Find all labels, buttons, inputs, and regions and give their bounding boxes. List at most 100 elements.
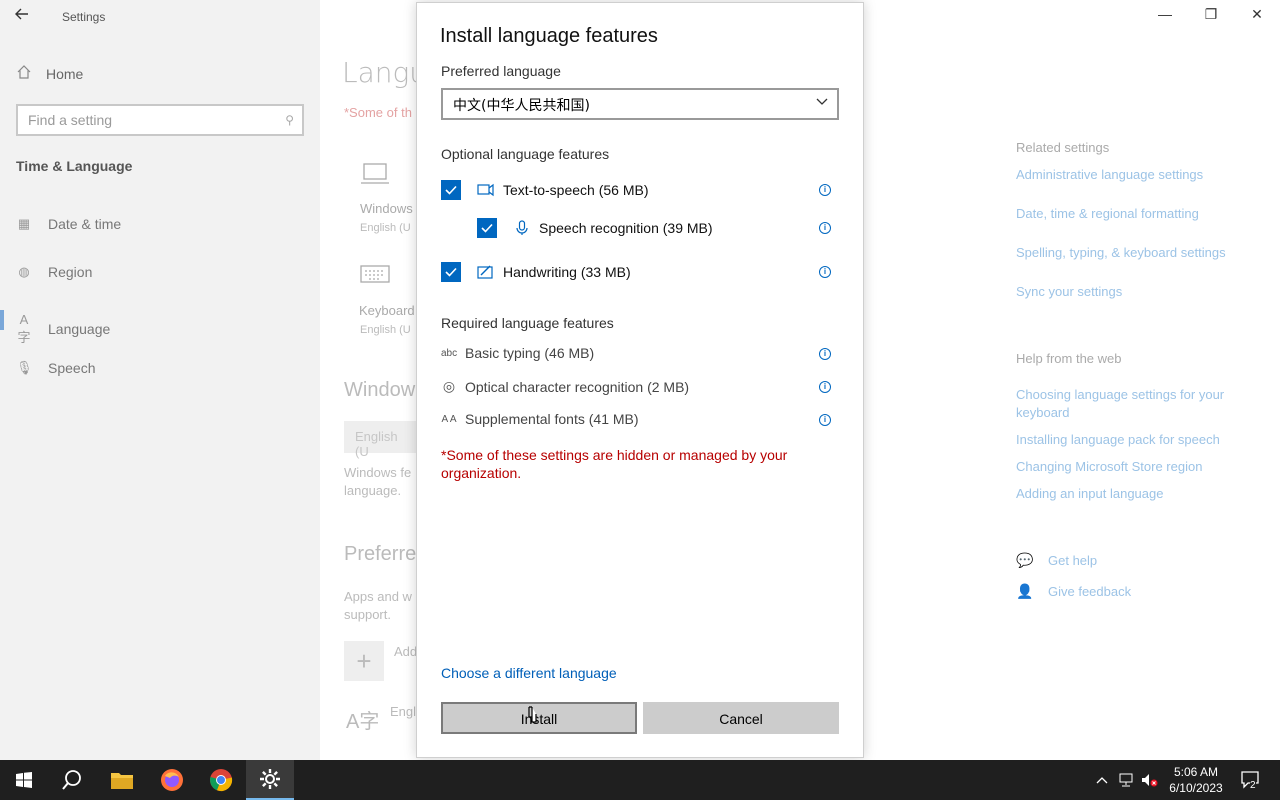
restore-button[interactable]: ❐ [1199,6,1223,26]
keyboard-tile[interactable]: Keyboard [359,303,415,318]
handwriting-label: Handwriting (33 MB) [503,264,631,280]
speech-recognition-checkbox[interactable] [477,218,497,238]
feature-speech-recognition: Speech recognition (39 MB) [477,218,713,238]
link-adding-input-language[interactable]: Adding an input language [1016,485,1256,503]
sidebar-home-label: Home [46,65,84,82]
microphone-icon [513,219,531,237]
chat-help-icon: 💬 [1016,552,1034,568]
chevron-down-icon [815,94,829,108]
sidebar-item-date-time[interactable]: ▦ Date & time [16,216,121,232]
taskbar-clock[interactable]: 5:06 AM 6/10/2023 [1160,764,1232,796]
search-placeholder: Find a setting [28,112,113,128]
network-icon[interactable] [1116,760,1136,800]
link-date-time-regional[interactable]: Date, time & regional formatting [1016,205,1256,223]
required-ocr: ◎ Optical character recognition (2 MB) [441,378,689,395]
supplemental-fonts-label: Supplemental fonts (41 MB) [465,411,639,427]
globe-icon: ◍ [18,264,30,279]
windows-display-tile[interactable]: Windows [360,201,413,216]
calendar-icon: ▦ [17,216,31,231]
display-language-desc: Windows fe [344,465,412,480]
sidebar-item-label: Date & time [48,216,122,232]
cancel-button[interactable]: Cancel [643,702,839,734]
fonts-icon: A A [441,413,457,425]
preferred-language-select[interactable]: 中文(中华人民共和国) [441,88,839,120]
settings-icon[interactable] [246,760,294,800]
basic-typing-label: Basic typing (46 MB) [465,345,595,361]
firefox-icon[interactable] [148,760,196,800]
language-icon: A字 [17,312,31,345]
sidebar-item-label: Speech [48,360,96,376]
clock-time: 5:06 AM [1173,765,1219,779]
text-to-speech-info-icon[interactable]: i [819,184,831,196]
give-feedback-link[interactable]: 👤 Give feedback [1016,583,1131,600]
mouse-cursor-icon [527,706,541,726]
preferred-language-value: 中文(中华人民共和国) [453,98,590,114]
keyboard-icon [360,264,390,287]
text-to-speech-icon [477,181,495,199]
language-pack-icon: A字 [346,711,380,733]
display-language-desc-2: language. [344,483,402,498]
minimize-button[interactable]: — [1153,6,1177,26]
install-language-features-dialog: Install language features Preferred lang… [416,2,864,758]
notification-count: 2 [1250,780,1256,791]
preferred-language-label: Preferred language [441,63,561,79]
search-icon[interactable] [48,760,96,800]
sidebar-item-speech[interactable]: 🎙 Speech [16,360,95,376]
get-help-link[interactable]: 💬 Get help [1016,552,1097,569]
text-to-speech-checkbox[interactable] [441,180,461,200]
right-panel: Related settings Administrative language… [1016,0,1280,760]
keyboard-sub: English (U [360,324,411,336]
link-administrative-language-settings[interactable]: Administrative language settings [1016,166,1256,184]
speech-recognition-label: Speech recognition (39 MB) [539,220,713,236]
handwriting-icon [477,263,495,281]
ocr-info-icon[interactable]: i [819,381,831,393]
windows-display-language-heading: Window [344,379,416,401]
feedback-icon: 👤 [1016,583,1034,599]
related-settings-heading: Related settings [1016,140,1110,155]
start-icon[interactable] [0,760,48,800]
clock-date: 6/10/2023 [1169,781,1223,795]
optional-features-label: Optional language features [441,146,610,162]
action-center-icon[interactable]: 2 [1236,760,1266,800]
sidebar-item-region[interactable]: ◍ Region [16,264,92,280]
display-language-select[interactable]: English (U [344,421,424,459]
search-icon[interactable]: ⚲ [285,113,294,127]
english-language-item[interactable]: Engl [390,703,416,721]
tray-chevron-up-icon[interactable] [1094,760,1110,800]
windows-display-sub: English (U [360,222,411,234]
abc-icon: abc [441,347,458,359]
get-help-label: Get help [1048,553,1098,568]
required-basic-typing: abc Basic typing (46 MB) [441,345,594,361]
page-title: Langu [342,56,428,89]
supplemental-fonts-info-icon[interactable]: i [819,414,831,426]
file-explorer-icon[interactable] [98,760,146,800]
preferred-languages-heading: Preferre [344,543,417,565]
back-arrow-icon[interactable] [14,6,34,26]
feature-text-to-speech: Text-to-speech (56 MB) [441,180,649,200]
choose-different-language-link[interactable]: Choose a different language [441,665,617,681]
feature-handwriting: Handwriting (33 MB) [441,262,631,282]
window-title: Settings [62,10,106,24]
add-language-plus-icon[interactable]: + [344,641,384,681]
basic-typing-info-icon[interactable]: i [819,348,831,360]
add-language-label[interactable]: Add [394,643,417,661]
link-choosing-language-settings[interactable]: Choosing language settings for your keyb… [1016,386,1256,422]
preferred-languages-desc: Apps and w [344,589,412,604]
sidebar-home[interactable]: Home [16,64,83,83]
microphone-icon: 🎙 [16,360,33,375]
volume-muted-icon[interactable] [1140,760,1160,800]
link-sync-settings[interactable]: Sync your settings [1016,283,1256,301]
link-changing-store-region[interactable]: Changing Microsoft Store region [1016,458,1256,476]
sidebar-item-label: Region [48,264,93,280]
required-features-label: Required language features [441,315,614,331]
chrome-icon[interactable] [197,760,245,800]
search-input[interactable]: Find a setting ⚲ [16,104,304,136]
link-installing-language-pack[interactable]: Installing language pack for speech [1016,431,1256,449]
sidebar-item-language[interactable]: A字 Language [16,312,110,346]
handwriting-checkbox[interactable] [441,262,461,282]
speech-recognition-info-icon[interactable]: i [819,222,831,234]
link-spelling-typing-keyboard[interactable]: Spelling, typing, & keyboard settings [1016,244,1256,262]
close-button[interactable]: ✕ [1245,6,1269,26]
handwriting-info-icon[interactable]: i [819,266,831,278]
ocr-icon: ◎ [442,378,456,394]
